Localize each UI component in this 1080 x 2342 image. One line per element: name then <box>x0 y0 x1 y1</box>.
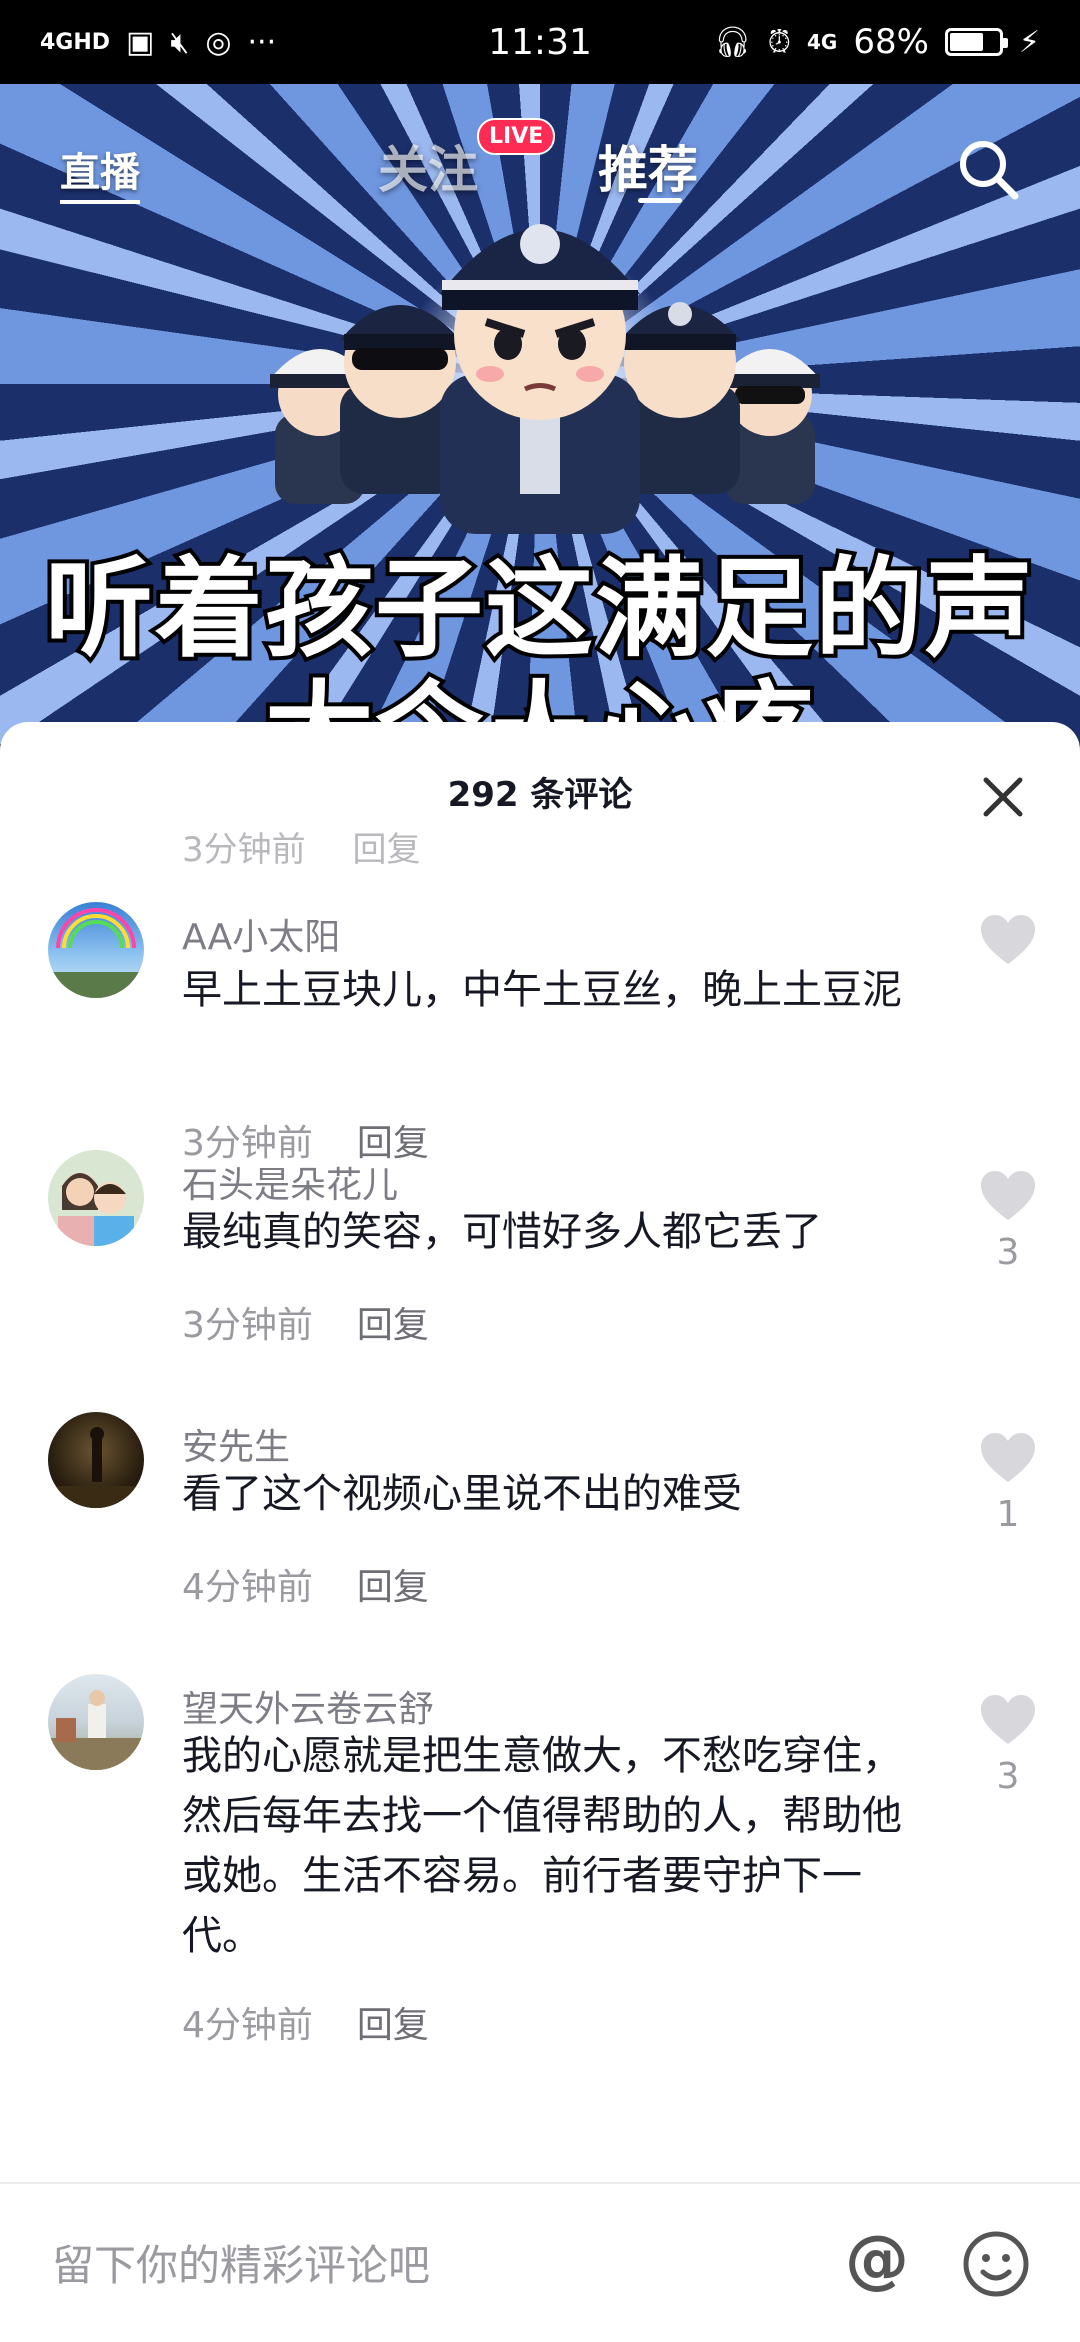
comments-count-title: 292 条评论 <box>447 775 633 815</box>
network-indicator: 4GHD <box>40 29 111 55</box>
battery-percent: 68% <box>853 22 929 62</box>
tab-follow[interactable]: 关注 <box>378 130 478 202</box>
comment-author[interactable]: 石头是朵花儿 <box>182 1156 398 1208</box>
mention-at-button[interactable]: @ <box>845 2228 909 2292</box>
emoji-icon[interactable] <box>962 2230 1030 2302</box>
heart-icon <box>981 1695 1035 1744</box>
like-button[interactable]: 1 <box>978 1432 1038 1535</box>
comment-input-bar: @ <box>0 2182 1080 2342</box>
like-button[interactable] <box>978 914 1038 976</box>
comment-time: 4分钟前 <box>182 1567 313 1608</box>
comment-text: 最纯真的笑容，可惜好多人都它丢了 <box>182 1209 822 1255</box>
battery-level-fill <box>949 33 983 51</box>
like-count: 3 <box>996 1232 1020 1273</box>
alarm-icon: ⏰︎ <box>767 24 791 60</box>
status-right: 🎧︎ ⏰︎ 4G 68% ⚡︎ <box>714 22 1041 62</box>
cellular-4g-icon: 4G <box>807 30 838 54</box>
heart-icon <box>981 1433 1035 1482</box>
top-navigation: 直播 关注 LIVE 推荐 <box>0 114 1080 204</box>
comment-meta: 4分钟前 回复 <box>182 1996 429 2048</box>
sim-icon: ▣ <box>126 24 155 60</box>
tab-recommend[interactable]: 推荐 <box>598 130 698 202</box>
comment-author[interactable]: 望天外云卷云舒 <box>182 1680 434 1732</box>
battery-icon <box>944 28 1008 56</box>
comments-sheet: 292 条评论 3分钟前 回复 AA小太阳 早上土豆块儿，中午土豆丝，晚上土豆泥… <box>0 722 1080 2340</box>
partial-comment-meta: 3分钟前 回复 <box>182 822 456 871</box>
partial-comment-time: 3分钟前 <box>182 830 306 870</box>
comment-time: 3分钟前 <box>182 1305 313 1346</box>
video-player[interactable]: 直播 关注 LIVE 推荐 听着孩子这满足的声音 太令人心疼 <box>0 84 1080 744</box>
comment-author[interactable]: 安先生 <box>182 1418 290 1470</box>
comment-text: 我的心愿就是把生意做大，不愁吃穿住，然后每年去找一个值得帮助的人，帮助他或她。生… <box>182 1733 902 1959</box>
avatar[interactable] <box>48 1150 144 1246</box>
avatar[interactable] <box>48 1674 144 1770</box>
reply-button[interactable]: 回复 <box>357 1305 429 1346</box>
close-icon[interactable] <box>978 772 1028 822</box>
comment-author[interactable]: AA小太阳 <box>182 908 340 960</box>
comment-meta: 4分钟前 回复 <box>182 1558 429 1610</box>
avatar[interactable] <box>48 1412 144 1508</box>
live-badge: LIVE <box>477 118 556 155</box>
headphones-icon: 🎧︎ <box>713 24 752 60</box>
more-notifications-icon: ··· <box>247 24 277 60</box>
heart-icon <box>981 915 1035 964</box>
comment-time: 4分钟前 <box>182 2005 313 2046</box>
cartoon-officers-illustration <box>270 224 820 534</box>
app-notification-icon: ◎ <box>205 24 232 60</box>
heart-icon <box>981 1171 1035 1220</box>
like-count: 1 <box>996 1494 1020 1535</box>
partial-reply-button[interactable]: 回复 <box>352 830 420 870</box>
live-entry-button[interactable]: 直播 <box>60 140 140 204</box>
comment-meta: 3分钟前 回复 <box>182 1296 429 1348</box>
like-button[interactable]: 3 <box>978 1694 1038 1797</box>
charging-icon: ⚡︎ <box>1018 24 1040 60</box>
comment-input[interactable] <box>50 2224 814 2306</box>
reply-button[interactable]: 回复 <box>357 2005 429 2046</box>
like-count: 3 <box>996 1756 1020 1797</box>
status-left: 4GHD ▣ 🔇︎ ◎ ··· <box>40 25 276 60</box>
comment-text: 早上土豆块儿，中午土豆丝，晚上土豆泥 <box>182 967 902 1013</box>
comment-text: 看了这个视频心里说不出的难受 <box>182 1471 742 1517</box>
active-tab-indicator <box>638 198 682 203</box>
search-icon[interactable] <box>955 136 1021 206</box>
status-bar: 4GHD ▣ 🔇︎ ◎ ··· 11:31 🎧︎ ⏰︎ 4G 68% ⚡︎ <box>0 0 1080 84</box>
reply-button[interactable]: 回复 <box>357 1567 429 1608</box>
mute-icon: 🔇︎ <box>170 24 190 60</box>
avatar[interactable] <box>48 902 144 998</box>
status-time: 11:31 <box>488 21 592 63</box>
like-button[interactable]: 3 <box>978 1170 1038 1273</box>
